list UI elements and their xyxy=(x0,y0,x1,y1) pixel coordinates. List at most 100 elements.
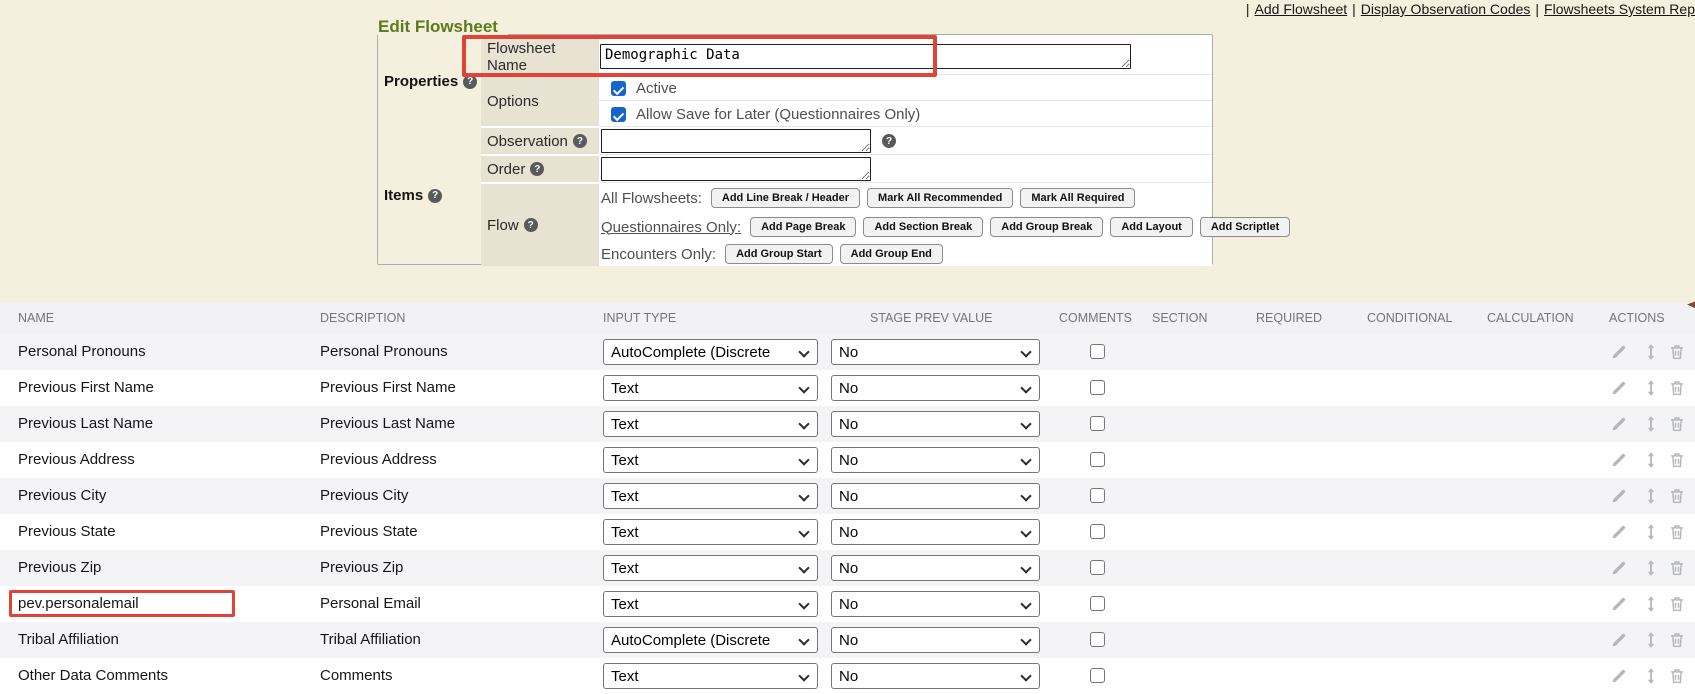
edit-pencil-icon[interactable] xyxy=(1610,451,1628,469)
stage-prev-value-select[interactable]: No xyxy=(831,627,1040,653)
input-type-select[interactable]: Text xyxy=(603,483,818,509)
comments-checkbox[interactable] xyxy=(1090,560,1105,575)
flow-action-button[interactable]: Add Group Break xyxy=(990,217,1103,237)
stage-prev-value-select[interactable]: No xyxy=(831,663,1040,689)
reorder-updown-icon[interactable] xyxy=(1642,343,1660,361)
reorder-updown-icon[interactable] xyxy=(1642,415,1660,433)
flow-action-button[interactable]: Add Group Start xyxy=(725,244,833,264)
flow-action-button[interactable]: Mark All Recommended xyxy=(867,188,1013,208)
reorder-updown-icon[interactable] xyxy=(1642,487,1660,505)
stage-prev-value-select[interactable]: No xyxy=(831,375,1040,401)
delete-trash-icon[interactable] xyxy=(1668,415,1686,433)
help-icon[interactable]: ? xyxy=(428,189,442,203)
comments-checkbox[interactable] xyxy=(1090,524,1105,539)
delete-trash-icon[interactable] xyxy=(1668,343,1686,361)
reorder-updown-icon[interactable] xyxy=(1642,379,1660,397)
item-name: Previous Zip xyxy=(18,550,101,586)
delete-trash-icon[interactable] xyxy=(1668,523,1686,541)
top-nav: | Add Flowsheet | Display Observation Co… xyxy=(1241,0,1695,18)
item-description: Comments xyxy=(320,658,393,694)
edit-pencil-icon[interactable] xyxy=(1610,523,1628,541)
comments-checkbox[interactable] xyxy=(1090,344,1105,359)
flow-encounters-row: Encounters Only: Add Group StartAdd Grou… xyxy=(599,242,1212,266)
input-type-select[interactable]: Text xyxy=(603,519,818,545)
comments-checkbox[interactable] xyxy=(1090,632,1105,647)
stage-prev-value-select[interactable]: No xyxy=(831,411,1040,437)
stage-prev-value-select[interactable]: No xyxy=(831,591,1040,617)
flowsheets-system-reports-link[interactable]: Flowsheets System Rep xyxy=(1544,1,1695,17)
input-type-select[interactable]: Text xyxy=(603,663,818,689)
items-section-label: Items ? xyxy=(384,187,442,204)
delete-trash-icon[interactable] xyxy=(1668,631,1686,649)
delete-trash-icon[interactable] xyxy=(1668,487,1686,505)
delete-trash-icon[interactable] xyxy=(1668,667,1686,685)
item-name: Other Data Comments xyxy=(18,658,168,694)
flow-action-button[interactable]: Add Section Break xyxy=(863,217,983,237)
edit-pencil-icon[interactable] xyxy=(1610,487,1628,505)
stage-prev-value-select[interactable]: No xyxy=(831,447,1040,473)
flowsheet-name-row: Demographic Data xyxy=(599,39,1212,75)
reorder-updown-icon[interactable] xyxy=(1642,523,1660,541)
comments-checkbox[interactable] xyxy=(1090,452,1105,467)
reorder-updown-icon[interactable] xyxy=(1642,595,1660,613)
comments-checkbox[interactable] xyxy=(1090,380,1105,395)
flow-action-button[interactable]: Add Group End xyxy=(840,244,943,264)
comments-checkbox[interactable] xyxy=(1090,668,1105,683)
flow-action-button[interactable]: Add Scriptlet xyxy=(1200,217,1290,237)
input-type-select[interactable]: Text xyxy=(603,591,818,617)
stage-prev-value-select[interactable]: No xyxy=(831,339,1040,365)
help-icon[interactable]: ? xyxy=(524,218,538,232)
input-type-select[interactable]: AutoComplete (Discrete List) xyxy=(603,627,818,653)
edit-pencil-icon[interactable] xyxy=(1610,343,1628,361)
observation-input[interactable] xyxy=(601,129,871,153)
column-header-stage-prev-value: STAGE PREV VALUE xyxy=(870,303,993,334)
input-type-select[interactable]: Text xyxy=(603,411,818,437)
edit-pencil-icon[interactable] xyxy=(1610,415,1628,433)
input-type-select[interactable]: AutoComplete (Discrete List) xyxy=(603,339,818,365)
item-description: Previous First Name xyxy=(320,370,456,406)
edit-pencil-icon[interactable] xyxy=(1610,559,1628,577)
flow-action-button[interactable]: Mark All Required xyxy=(1020,188,1135,208)
order-input[interactable] xyxy=(601,157,871,181)
flow-action-button[interactable]: Add Layout xyxy=(1110,217,1193,237)
input-type-select[interactable]: Text xyxy=(603,447,818,473)
observation-label: Observation ? xyxy=(481,128,599,154)
comments-checkbox[interactable] xyxy=(1090,488,1105,503)
display-observation-codes-link[interactable]: Display Observation Codes xyxy=(1361,1,1531,17)
order-label: Order ? xyxy=(481,156,599,182)
reorder-updown-icon[interactable] xyxy=(1642,559,1660,577)
comments-checkbox[interactable] xyxy=(1090,416,1105,431)
edit-pencil-icon[interactable] xyxy=(1610,379,1628,397)
reorder-updown-icon[interactable] xyxy=(1642,451,1660,469)
reorder-updown-icon[interactable] xyxy=(1642,631,1660,649)
chevron-down-icon xyxy=(798,526,809,537)
edit-pencil-icon[interactable] xyxy=(1610,631,1628,649)
add-flowsheet-link[interactable]: Add Flowsheet xyxy=(1255,1,1348,17)
delete-trash-icon[interactable] xyxy=(1668,379,1686,397)
active-checkbox[interactable] xyxy=(611,81,626,96)
help-icon[interactable]: ? xyxy=(463,75,477,89)
help-icon[interactable]: ? xyxy=(530,162,544,176)
item-name: pev.personalemail xyxy=(18,586,139,622)
help-icon[interactable]: ? xyxy=(573,134,587,148)
chevron-down-icon xyxy=(798,346,809,357)
comments-checkbox[interactable] xyxy=(1090,596,1105,611)
allow-save-later-checkbox[interactable] xyxy=(611,107,626,122)
flow-action-button[interactable]: Add Page Break xyxy=(750,217,856,237)
input-type-select[interactable]: Text xyxy=(603,555,818,581)
stage-prev-value-select[interactable]: No xyxy=(831,519,1040,545)
stage-prev-value-select[interactable]: No xyxy=(831,555,1040,581)
reorder-updown-icon[interactable] xyxy=(1642,667,1660,685)
stage-prev-value-select[interactable]: No xyxy=(831,483,1040,509)
edit-pencil-icon[interactable] xyxy=(1610,667,1628,685)
table-row: pev.personalemail Personal Email Text No xyxy=(0,586,1695,622)
help-icon[interactable]: ? xyxy=(882,134,896,148)
delete-trash-icon[interactable] xyxy=(1668,451,1686,469)
delete-trash-icon[interactable] xyxy=(1668,559,1686,577)
input-type-select[interactable]: Text xyxy=(603,375,818,401)
flowsheet-name-input[interactable]: Demographic Data xyxy=(600,44,1131,69)
edit-pencil-icon[interactable] xyxy=(1610,595,1628,613)
flow-action-button[interactable]: Add Line Break / Header xyxy=(711,188,860,208)
item-description: Previous Address xyxy=(320,442,437,478)
delete-trash-icon[interactable] xyxy=(1668,595,1686,613)
